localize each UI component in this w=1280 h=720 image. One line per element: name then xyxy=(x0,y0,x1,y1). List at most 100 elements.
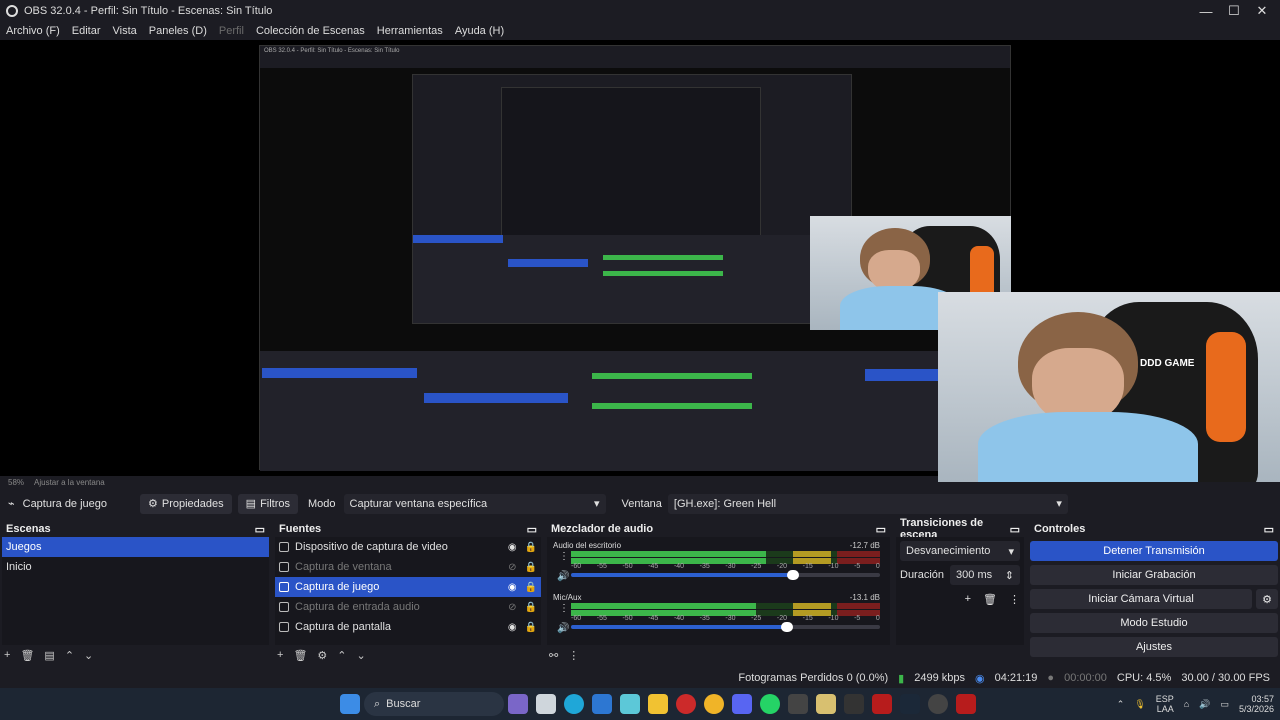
menu-editar[interactable]: Editar xyxy=(66,25,107,37)
add-icon[interactable]: + xyxy=(4,649,10,661)
menu-herramientas[interactable]: Herramientas xyxy=(371,25,449,37)
app-icon[interactable] xyxy=(816,694,836,714)
scene-item[interactable]: Inicio xyxy=(2,557,269,577)
arrow-down-icon[interactable]: ⌄ xyxy=(357,649,366,662)
sources-title: Fuentes xyxy=(279,523,322,535)
volume-slider[interactable] xyxy=(571,622,880,632)
transition-select[interactable]: Desvanecimiento ▾ xyxy=(900,541,1020,561)
lock-icon[interactable]: 🔒 xyxy=(525,602,537,613)
eye-icon[interactable]: ◉ xyxy=(508,622,517,633)
volume-knob[interactable] xyxy=(781,622,794,632)
menu-archivo[interactable]: Archivo (F) xyxy=(0,25,66,37)
stop-stream-button[interactable]: Detener Transmisión xyxy=(1030,541,1278,561)
menu-paneles[interactable]: Paneles (D) xyxy=(143,25,213,37)
dock-menu-icon[interactable]: ▭ xyxy=(1010,523,1020,536)
dock-menu-icon[interactable]: ▭ xyxy=(255,523,265,536)
filters-button[interactable]: ▤ Filtros xyxy=(237,493,299,514)
speaker-icon[interactable]: 🔊 xyxy=(557,571,569,582)
copilot-icon[interactable] xyxy=(620,694,640,714)
scene-item[interactable]: Juegos xyxy=(2,537,269,557)
eye-hidden-icon[interactable]: ⊘ xyxy=(508,602,516,613)
chevron-up-icon[interactable]: ⌃ xyxy=(1117,699,1125,710)
dock-menu-icon[interactable]: ▭ xyxy=(1264,523,1274,536)
menu-ayuda[interactable]: Ayuda (H) xyxy=(449,25,510,37)
lock-icon[interactable]: 🔒 xyxy=(525,542,537,553)
gear-icon[interactable]: ⚙ xyxy=(1256,589,1278,609)
filter-icon[interactable]: ▤ xyxy=(44,649,54,662)
clock[interactable]: 03:57 5/3/2026 xyxy=(1239,694,1274,714)
widgets-icon[interactable] xyxy=(508,694,528,714)
tick-label: -30 xyxy=(725,563,736,570)
dock-menu-icon[interactable]: ▭ xyxy=(527,523,537,536)
zoom-level[interactable]: 58% xyxy=(8,478,24,487)
menu-perfil[interactable]: Perfil xyxy=(213,25,250,37)
add-icon[interactable]: + xyxy=(277,649,283,661)
outlook-icon[interactable] xyxy=(592,694,612,714)
title-bar: OBS 32.0.4 - Perfil: Sin Título - Escena… xyxy=(0,0,1280,22)
duration-input[interactable]: 300 ms ⇕ xyxy=(950,565,1020,585)
windows-start-icon[interactable] xyxy=(340,694,360,714)
gear-icon[interactable]: ⚙ xyxy=(317,649,327,662)
app-icon[interactable] xyxy=(956,694,976,714)
battery-icon[interactable]: ▭ xyxy=(1220,699,1229,710)
lock-icon[interactable]: 🔒 xyxy=(525,562,537,573)
more-icon[interactable]: ⋮ xyxy=(559,603,569,614)
zoom-fit[interactable]: Ajustar a la ventana xyxy=(34,478,105,487)
studio-mode-button[interactable]: Modo Estudio xyxy=(1030,613,1278,633)
arrow-down-icon[interactable]: ⌄ xyxy=(84,649,93,662)
calculator-icon[interactable] xyxy=(536,694,556,714)
arrow-up-icon[interactable]: ⌃ xyxy=(65,649,74,662)
link-icon[interactable]: ⚯ xyxy=(549,649,558,662)
source-item[interactable]: Captura de entrada audio ⊘ 🔒 xyxy=(275,597,541,617)
properties-button[interactable]: ⚙ Propiedades xyxy=(140,493,232,514)
more-icon[interactable]: ⋮ xyxy=(568,649,579,662)
menu-vista[interactable]: Vista xyxy=(107,25,143,37)
capcut-icon[interactable] xyxy=(788,694,808,714)
dock-menu-icon[interactable]: ▭ xyxy=(876,523,886,536)
steam-icon[interactable] xyxy=(900,694,920,714)
mode-select[interactable]: Capturar ventana específica ▾ xyxy=(343,493,606,514)
volume-slider[interactable] xyxy=(571,570,880,580)
window-select[interactable]: [GH.exe]: Green Hell ▾ xyxy=(667,493,1068,514)
opera-icon[interactable] xyxy=(676,694,696,714)
obs-taskbar-icon[interactable] xyxy=(928,694,948,714)
volume-knob[interactable] xyxy=(787,570,800,580)
app-icon[interactable] xyxy=(844,694,864,714)
arrow-up-icon[interactable]: ⌃ xyxy=(337,649,346,662)
more-icon[interactable]: ⋮ xyxy=(559,551,569,562)
speaker-icon[interactable]: 🔊 xyxy=(557,623,569,634)
edge-icon[interactable] xyxy=(564,694,584,714)
add-icon[interactable]: + xyxy=(965,593,971,606)
mic-icon[interactable]: 🎙 xyxy=(1134,699,1145,710)
close-icon[interactable]: ✕ xyxy=(1246,0,1278,22)
filters-label: Filtros xyxy=(260,497,291,510)
network-icon[interactable]: ⌂ xyxy=(1184,699,1189,709)
virtual-camera-button[interactable]: Iniciar Cámara Virtual xyxy=(1030,589,1252,609)
chrome-icon[interactable] xyxy=(704,694,724,714)
lock-icon[interactable]: 🔒 xyxy=(525,582,537,593)
speaker-icon[interactable]: 🔊 xyxy=(1199,699,1210,710)
language-indicator[interactable]: ESP LAA xyxy=(1156,694,1174,714)
eye-icon[interactable]: ◉ xyxy=(508,542,517,553)
trash-icon[interactable]: 🗑 xyxy=(983,593,997,606)
more-icon[interactable]: ⋮ xyxy=(1009,593,1020,606)
taskbar-search[interactable]: ⌕ Buscar xyxy=(364,692,504,716)
source-item[interactable]: Captura de pantalla ◉ 🔒 xyxy=(275,617,541,637)
source-item[interactable]: Captura de juego ◉ 🔒 xyxy=(275,577,541,597)
whatsapp-icon[interactable] xyxy=(760,694,780,714)
eye-hidden-icon[interactable]: ⊘ xyxy=(508,562,516,573)
source-item[interactable]: Captura de ventana ⊘ 🔒 xyxy=(275,557,541,577)
settings-button[interactable]: Ajustes xyxy=(1030,637,1278,657)
discord-icon[interactable] xyxy=(732,694,752,714)
menu-coleccion[interactable]: Colección de Escenas xyxy=(250,25,371,37)
folder-icon[interactable] xyxy=(648,694,668,714)
trash-icon[interactable]: 🗑 xyxy=(293,649,307,662)
preview-canvas[interactable]: OBS 32.0.4 - Perfil: Sin Título - Escena… xyxy=(0,40,1280,482)
start-recording-button[interactable]: Iniciar Grabación xyxy=(1030,565,1278,585)
app-icon[interactable] xyxy=(872,694,892,714)
source-item[interactable]: Dispositivo de captura de video ◉ 🔒 xyxy=(275,537,541,557)
eye-icon[interactable]: ◉ xyxy=(508,582,517,593)
trash-icon[interactable]: 🗑 xyxy=(20,649,34,662)
lock-icon[interactable]: 🔒 xyxy=(525,622,537,633)
windows-taskbar: ⌕ Buscar ⌃ 🎙 ESP LAA ⌂ 🔊 ▭ 03:57 5/3/2026 xyxy=(0,688,1280,720)
